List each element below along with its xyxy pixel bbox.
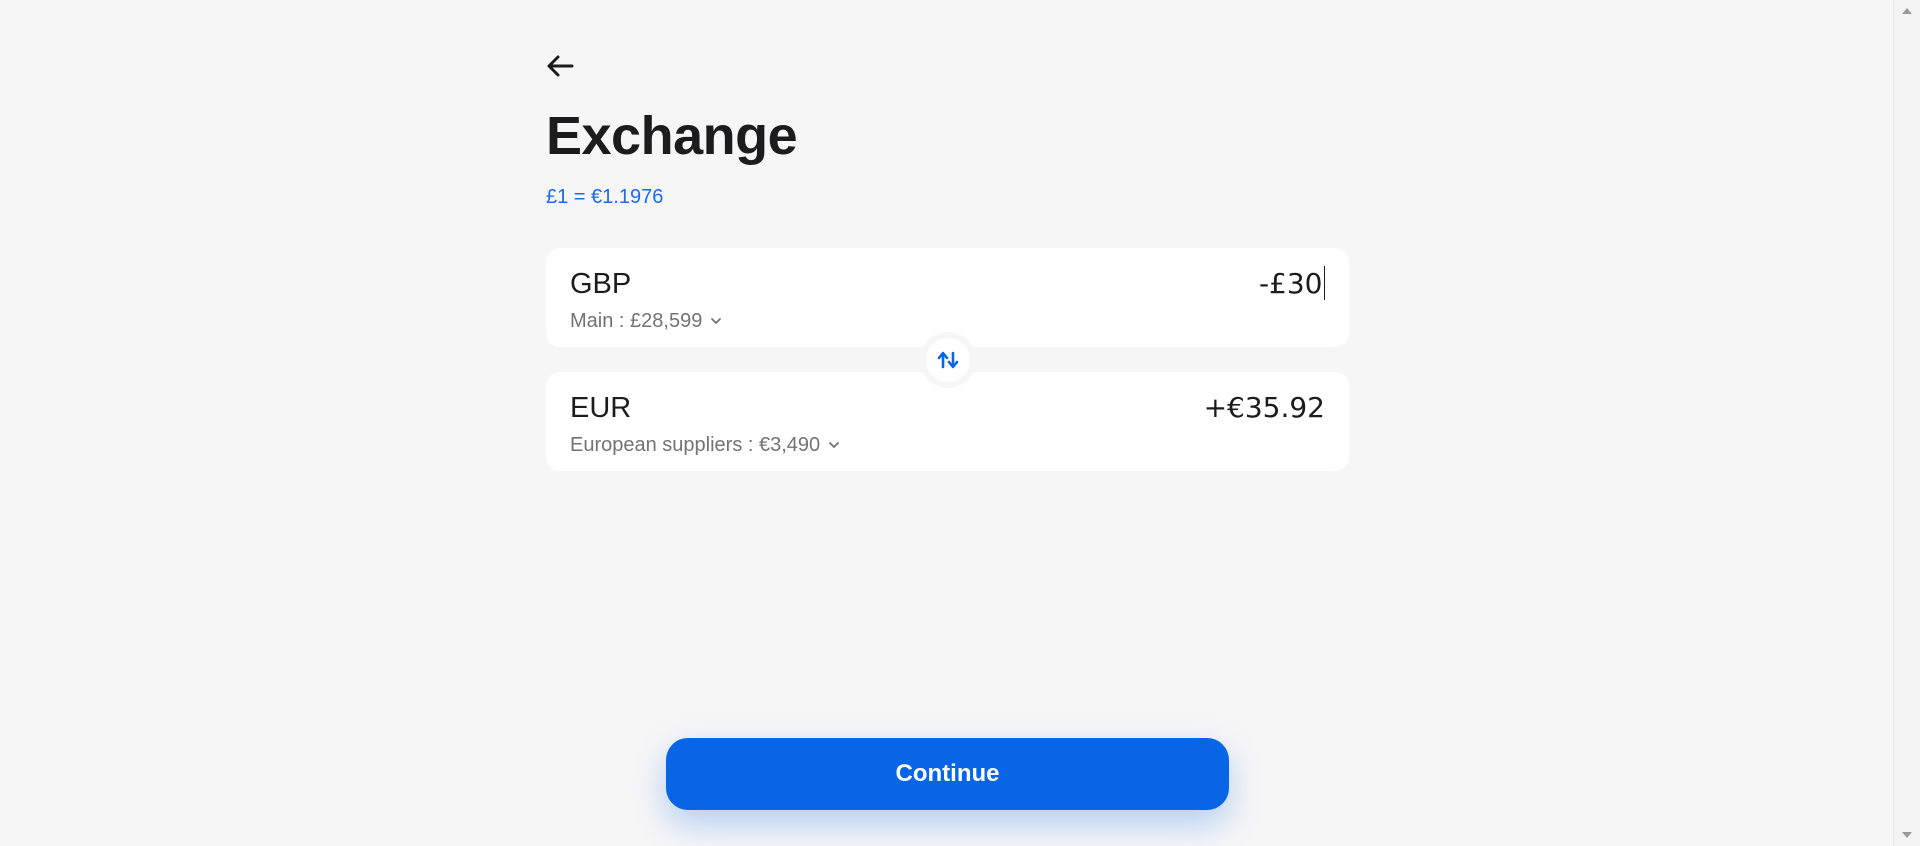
- scroll-down-icon[interactable]: [1902, 832, 1912, 838]
- scroll-up-icon[interactable]: [1902, 8, 1912, 14]
- to-amount-value: +€35.92: [1203, 391, 1325, 424]
- to-account-selector[interactable]: European suppliers : €3,490: [570, 433, 840, 457]
- to-currency-code: EUR: [570, 392, 632, 424]
- to-account-label: European suppliers : €3,490: [570, 434, 821, 456]
- swap-currencies-button[interactable]: [920, 332, 976, 388]
- chevron-down-icon: [710, 315, 722, 327]
- swap-button-inner: [926, 338, 970, 382]
- continue-button[interactable]: Continue: [666, 738, 1229, 810]
- swap-vertical-icon: [937, 351, 959, 369]
- from-account-selector[interactable]: Main : £28,599: [570, 309, 722, 333]
- from-amount-input[interactable]: [1202, 266, 1323, 300]
- from-account-label: Main : £28,599: [570, 310, 703, 332]
- text-caret: [1323, 266, 1325, 300]
- from-amount-field[interactable]: [1202, 266, 1325, 300]
- from-currency-code: GBP: [570, 268, 632, 300]
- to-amount-field: +€35.92: [1204, 390, 1325, 426]
- exchange-rate: £1 = €1.1976: [546, 186, 664, 208]
- page-title: Exchange: [546, 106, 798, 166]
- arrow-left-icon: [547, 55, 574, 77]
- back-button[interactable]: [544, 50, 576, 82]
- exchange-page: Exchange £1 = €1.1976 GBP Main : £28,599…: [0, 0, 1920, 846]
- vertical-scrollbar[interactable]: [1893, 0, 1920, 846]
- chevron-down-icon: [828, 439, 840, 451]
